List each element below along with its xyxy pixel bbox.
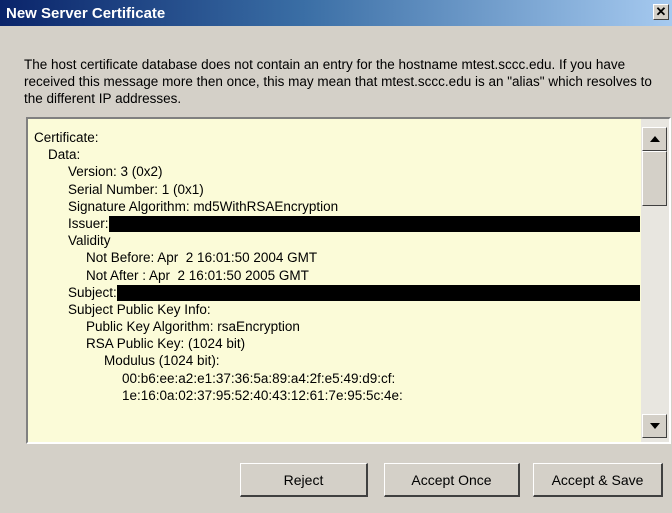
warning-message: The host certificate database does not c…: [24, 57, 652, 106]
certificate-line: Not After : Apr 2 16:01:50 2005 GMT: [34, 267, 640, 284]
certificate-line: Certificate:: [34, 129, 640, 146]
reject-button[interactable]: Reject: [240, 463, 368, 497]
certificate-line-text: Signature Algorithm: md5WithRSAEncryptio…: [68, 198, 339, 214]
arrow-up-icon: [649, 136, 660, 142]
certificate-line: 00:b6:ee:a2:e1:37:36:5a:89:a4:2f:e5:49:d…: [34, 370, 640, 387]
certificate-line: Signature Algorithm: md5WithRSAEncryptio…: [34, 198, 640, 215]
certificate-line-text: Not After : Apr 2 16:01:50 2005 GMT: [86, 267, 309, 283]
certificate-line: Modulus (1024 bit):: [34, 352, 640, 369]
certificate-line-text: Certificate:: [34, 130, 99, 145]
scroll-up-button[interactable]: [642, 127, 667, 151]
window-title: New Server Certificate: [6, 4, 166, 22]
certificate-line: Issuer:: [34, 215, 640, 232]
certificate-line: Subject:: [34, 284, 640, 301]
certificate-line-text: Validity: [68, 233, 111, 249]
certificate-line-text: Serial Number: 1 (0x1): [68, 181, 204, 197]
accept-once-button[interactable]: Accept Once: [384, 463, 520, 497]
certificate-line-text: 00:b6:ee:a2:e1:37:36:5a:89:a4:2f:e5:49:d…: [122, 370, 396, 386]
certificate-line-text: RSA Public Key: (1024 bit): [86, 336, 246, 352]
title-bar: New Server Certificate ✕: [0, 0, 672, 26]
certificate-line: 1e:16:0a:02:37:95:52:40:43:12:61:7e:95:5…: [34, 387, 640, 404]
scroll-down-button[interactable]: [642, 414, 667, 438]
redaction-bar: [109, 215, 640, 232]
certificate-line-text: Data:: [48, 147, 81, 163]
certificate-line-text: Subject:: [68, 284, 117, 300]
certificate-line-text: Subject Public Key Info:: [68, 301, 211, 317]
arrow-down-icon: [649, 423, 660, 429]
certificate-line: Data:: [34, 146, 640, 163]
certificate-line: Public Key Algorithm: rsaEncryption: [34, 318, 640, 335]
certificate-line-text: 1e:16:0a:02:37:95:52:40:43:12:61:7e:95:5…: [122, 387, 403, 403]
close-icon: ✕: [655, 4, 667, 19]
certificate-line-text: Version: 3 (0x2): [68, 164, 163, 180]
certificate-line-text: Public Key Algorithm: rsaEncryption: [86, 319, 300, 335]
certificate-line: RSA Public Key: (1024 bit): [34, 335, 640, 352]
close-button[interactable]: ✕: [653, 4, 669, 20]
certificate-line: Validity: [34, 232, 640, 249]
certificate-line-text: Not Before: Apr 2 16:01:50 2004 GMT: [86, 250, 318, 266]
certificate-text: Certificate: Data: Version: 3 (0x2) Serial …: [28, 119, 640, 442]
vertical-scrollbar[interactable]: [641, 119, 669, 442]
certificate-line: Not Before: Apr 2 16:01:50 2004 GMT: [34, 249, 640, 266]
certificate-line: Serial Number: 1 (0x1): [34, 181, 640, 198]
scroll-thumb[interactable]: [642, 151, 667, 206]
redaction-bar: [117, 284, 640, 301]
certificate-details-box[interactable]: Certificate: Data: Version: 3 (0x2) Serial …: [26, 117, 671, 444]
certificate-line: Version: 3 (0x2): [34, 163, 640, 180]
certificate-line-text: Modulus (1024 bit):: [104, 353, 220, 369]
accept-save-button[interactable]: Accept & Save: [533, 463, 663, 497]
certificate-line-text: Issuer:: [68, 215, 109, 231]
certificate-line: Subject Public Key Info:: [34, 301, 640, 318]
